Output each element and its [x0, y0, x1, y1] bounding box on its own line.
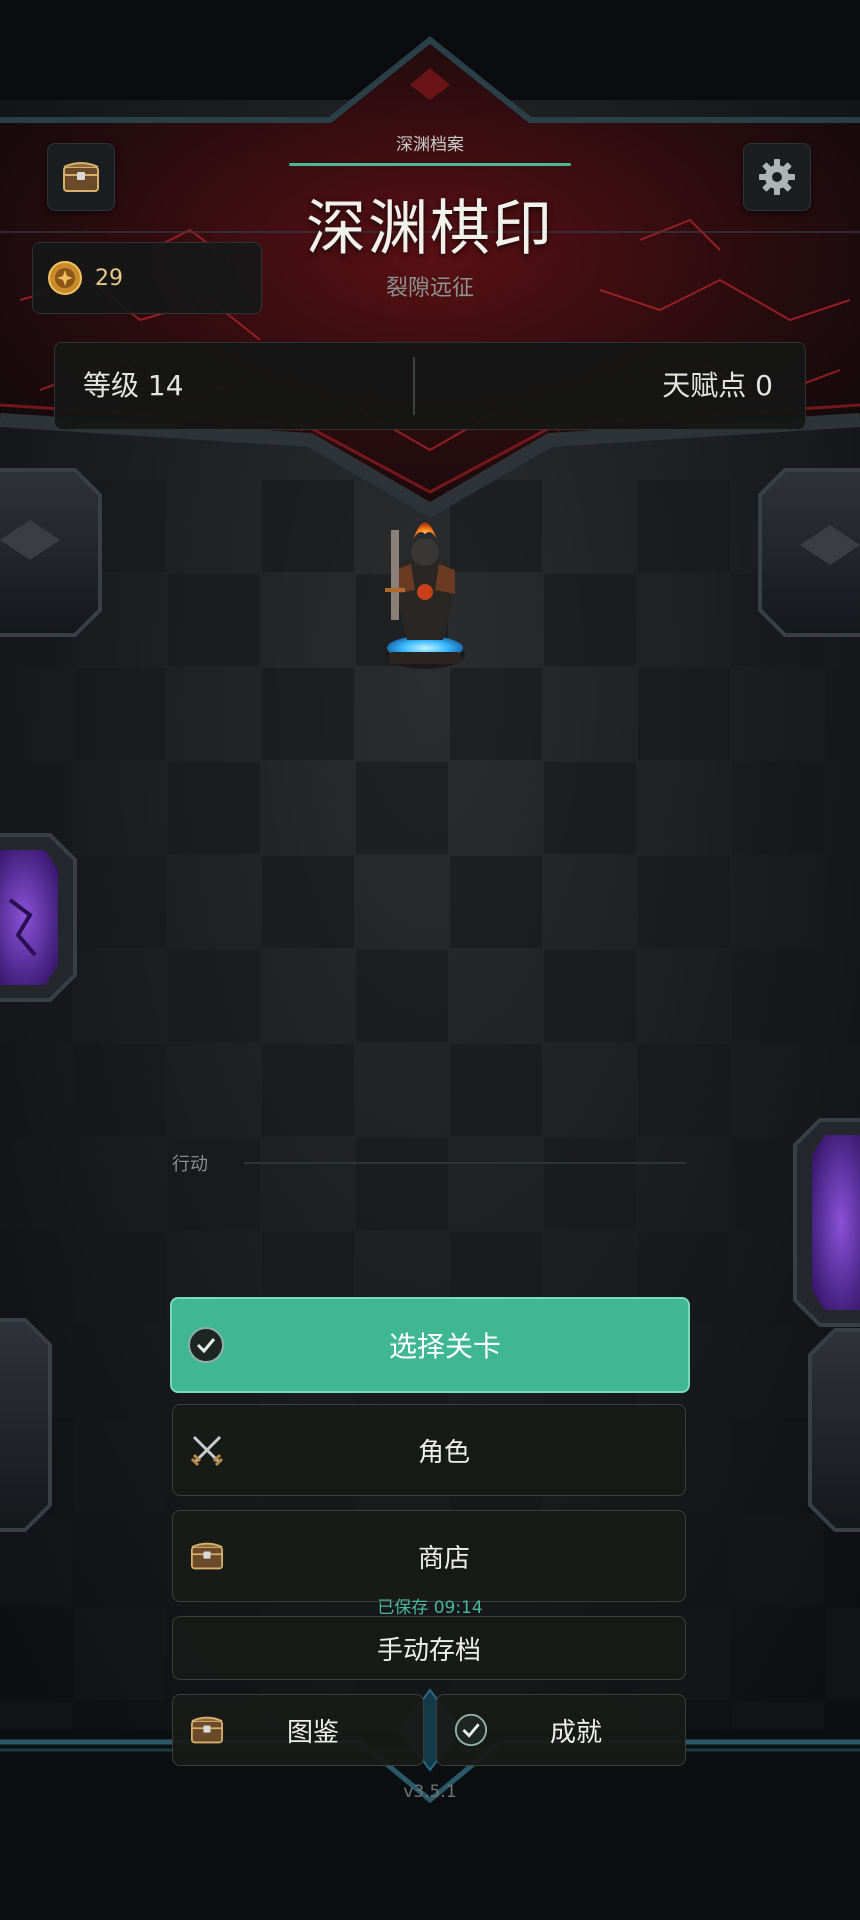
pedestal-right-top — [758, 468, 860, 637]
board-tile — [74, 856, 166, 948]
board-tile — [544, 574, 636, 666]
achievements-button[interactable]: 成就 — [436, 1694, 686, 1766]
title-underline — [289, 163, 571, 166]
action-section-label: 行动 — [172, 1154, 208, 1175]
currency-display: 29 — [32, 242, 262, 314]
board-tile — [262, 480, 354, 572]
coin-icon — [48, 261, 82, 295]
gear-icon — [759, 159, 795, 195]
pedestal-right-bottom — [808, 1328, 860, 1532]
board-tile — [732, 950, 824, 1042]
version-label: v3.5.1 — [403, 1782, 457, 1802]
board-tile — [262, 668, 354, 760]
game-screen: 深渊档案 深渊棋印 裂隙远征 29 等级 14 天赋点 0 行动 选择关卡 角色… — [0, 0, 860, 1920]
manual-save-label: 手动存档 — [376, 1635, 481, 1666]
shop-label: 商店 — [417, 1543, 470, 1574]
character-button[interactable]: 角色 — [172, 1404, 686, 1496]
board-tile — [638, 1044, 730, 1136]
board-tile — [638, 480, 730, 572]
board-tile — [732, 762, 824, 854]
player-level: 等级 14 — [83, 369, 184, 402]
codex-button[interactable]: 图鉴 — [172, 1694, 424, 1766]
stats-divider — [413, 357, 415, 415]
board-tile — [450, 856, 542, 948]
achievements-label: 成就 — [549, 1717, 602, 1748]
board-tile — [74, 668, 166, 760]
section-tag: 深渊档案 — [396, 135, 464, 155]
board-tile — [74, 1044, 166, 1136]
manual-save-button[interactable]: 手动存档 — [172, 1616, 686, 1680]
board-tile — [262, 856, 354, 948]
board-tile — [74, 1232, 166, 1324]
board-tile — [544, 762, 636, 854]
board-tile — [356, 762, 448, 854]
settings-button[interactable] — [743, 143, 811, 211]
board-tile — [356, 950, 448, 1042]
board-tile — [544, 950, 636, 1042]
board-tile — [544, 1138, 636, 1230]
board-tile — [638, 668, 730, 760]
action-divider — [244, 1162, 686, 1164]
portal-right — [793, 1118, 860, 1327]
board-tile — [356, 1138, 448, 1230]
shop-button[interactable]: 商店 — [172, 1510, 686, 1602]
board-tile — [450, 668, 542, 760]
pedestal-left-top — [0, 468, 102, 637]
pedestal-left-bottom — [0, 1318, 52, 1532]
board-tile — [826, 1608, 860, 1700]
board-tile — [168, 574, 260, 666]
board-tile — [74, 1420, 166, 1512]
board-tile — [0, 1138, 72, 1230]
select-level-label: 选择关卡 — [388, 1330, 501, 1363]
board-tile — [826, 856, 860, 948]
board-tile — [826, 668, 860, 760]
board-tile — [262, 1044, 354, 1136]
player-stats-bar: 等级 14 天赋点 0 — [54, 342, 806, 430]
board-tile — [168, 950, 260, 1042]
codex-label: 图鉴 — [286, 1717, 339, 1748]
portal-left — [0, 833, 77, 1002]
currency-value: 29 — [95, 265, 123, 291]
talent-points: 天赋点 0 — [662, 369, 773, 402]
select-level-button[interactable]: 选择关卡 — [170, 1297, 690, 1393]
board-tile — [450, 1044, 542, 1136]
save-status-text: 已保存 09:14 — [377, 1598, 483, 1618]
board-tile — [638, 856, 730, 948]
character-label: 角色 — [417, 1437, 470, 1468]
board-tile — [74, 1608, 166, 1700]
board-tile — [168, 762, 260, 854]
